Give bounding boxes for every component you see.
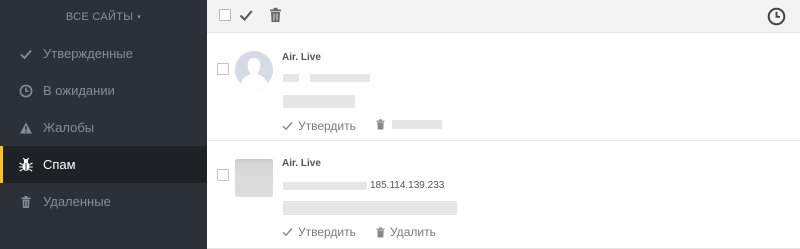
trash-icon[interactable] <box>269 7 282 28</box>
clock-icon <box>17 82 35 100</box>
comment-select-checkbox[interactable] <box>217 63 229 75</box>
avatar <box>235 159 273 197</box>
approve-button[interactable]: Утвердить <box>282 225 356 239</box>
default-user-avatar <box>235 51 273 89</box>
sidebar-item-label: Спам <box>43 157 76 172</box>
approve-label: Утвердить <box>298 225 356 239</box>
comment-author: Air. Live <box>282 158 321 169</box>
trash-icon <box>17 193 35 211</box>
warning-icon <box>17 119 35 137</box>
site-filter-label: ВСЕ САЙТЫ <box>65 11 134 23</box>
sidebar-item-pending[interactable]: В ожидании <box>0 72 207 109</box>
sidebar-item-complaints[interactable]: Жалобы <box>0 109 207 146</box>
clock-icon[interactable] <box>767 7 786 31</box>
redacted-text <box>283 74 299 82</box>
comment-select-checkbox[interactable] <box>217 169 229 181</box>
redacted-text <box>283 201 457 215</box>
sidebar-item-label: Жалобы <box>43 120 95 135</box>
check-icon <box>17 45 35 63</box>
comment-list: Air. Live Утвердить Air. Live 185.114.13… <box>207 34 800 249</box>
comment-ip-address: 185.114.139.233 <box>370 180 445 191</box>
redacted-text <box>283 95 355 108</box>
bug-icon <box>17 156 35 174</box>
caret-down-icon: ▾ <box>137 14 142 21</box>
trash-icon <box>376 226 385 237</box>
sidebar-item-approved[interactable]: Утвержденные <box>0 35 207 72</box>
redacted-text <box>310 74 370 82</box>
delete-button[interactable]: Удалить <box>376 225 436 239</box>
avatar <box>235 51 273 89</box>
check-icon <box>282 122 293 131</box>
comment-item: Air. Live Утвердить <box>207 34 800 141</box>
delete-label: Удалить <box>390 225 436 239</box>
approve-label: Утвердить <box>298 119 356 133</box>
sidebar-item-label: Удаленные <box>43 194 111 209</box>
comment-author: Air. Live <box>282 52 321 63</box>
comments-moderation-app: ВСЕ САЙТЫ ▾ Утвержденные В ожидании Жало… <box>0 0 800 249</box>
sidebar-item-label: Утвержденные <box>43 46 133 61</box>
select-all-checkbox[interactable] <box>219 9 231 21</box>
sidebar-item-deleted[interactable]: Удаленные <box>0 183 207 220</box>
sidebar: ВСЕ САЙТЫ ▾ Утвержденные В ожидании Жало… <box>0 0 207 249</box>
site-filter-dropdown[interactable]: ВСЕ САЙТЫ ▾ <box>0 0 207 34</box>
trash-icon <box>376 119 385 130</box>
delete-button[interactable] <box>376 119 442 130</box>
comment-item: Air. Live 185.114.139.233 Утвердить Удал… <box>207 141 800 249</box>
sidebar-item-spam[interactable]: Спам <box>0 146 207 183</box>
check-icon[interactable] <box>238 7 254 28</box>
bulk-actions-toolbar <box>207 0 800 33</box>
sidebar-item-label: В ожидании <box>43 83 115 98</box>
check-icon <box>282 228 293 237</box>
redacted-text <box>283 182 367 190</box>
approve-button[interactable]: Утвердить <box>282 119 356 133</box>
redacted-text <box>392 120 442 129</box>
